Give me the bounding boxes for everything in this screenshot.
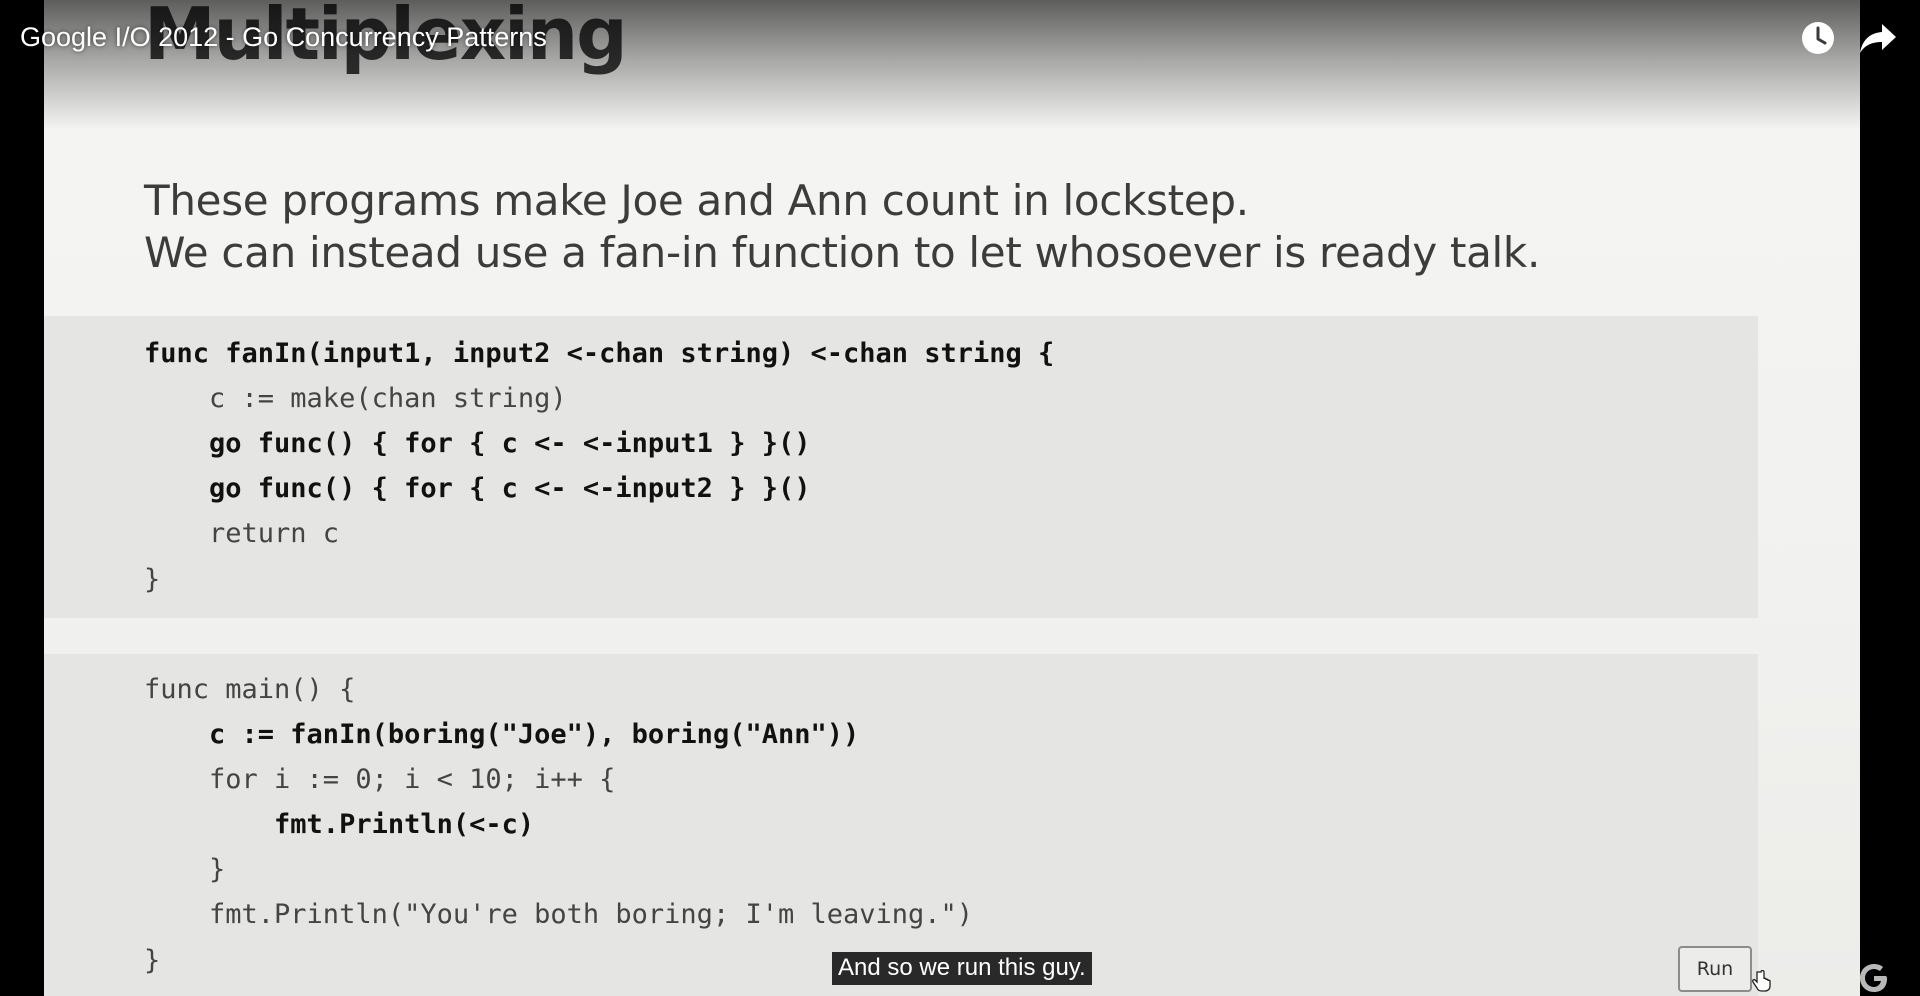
slide-text-line: These programs make Joe and Ann count in…: [144, 176, 1249, 225]
code-line: go func() { for { c <- <-input1 } }(): [144, 428, 811, 459]
video-player[interactable]: Multiplexing These programs make Joe and…: [0, 0, 1920, 996]
code-line: }: [144, 564, 161, 595]
code-line: fmt.Println(<-c): [144, 809, 535, 840]
code-line: c := make(chan string): [144, 383, 567, 414]
google-g-icon[interactable]: [1856, 960, 1892, 996]
code-block-fanin: func fanIn(input1, input2 <-chan string)…: [44, 316, 1758, 618]
caption-text: And so we run this guy.: [832, 952, 1092, 985]
code-line: return c: [144, 518, 340, 549]
code-line: for i := 0; i < 10; i++ {: [144, 764, 616, 795]
code-line: }: [144, 854, 226, 885]
code-line: c := fanIn(boring("Joe"), boring("Ann")): [144, 719, 860, 750]
code-line: fmt.Println("You're both boring; I'm lea…: [144, 899, 974, 930]
code-block-main: func main() { c := fanIn(boring("Joe"), …: [44, 654, 1758, 996]
hand-cursor-icon: [1752, 970, 1771, 992]
code-line: go func() { for { c <- <-input2 } }(): [144, 473, 811, 504]
video-title-link[interactable]: Google I/O 2012 - Go Concurrency Pattern…: [20, 22, 547, 53]
code-line: }: [144, 945, 161, 976]
clock-icon[interactable]: [1800, 20, 1836, 56]
video-frame-slide: Multiplexing These programs make Joe and…: [44, 0, 1860, 996]
share-arrow-icon[interactable]: [1858, 20, 1898, 56]
code-line: func main() {: [144, 674, 356, 705]
slide-text-line: We can instead use a fan-in function to …: [144, 228, 1540, 277]
slide-run-button: Run: [1678, 946, 1752, 992]
code-line: func fanIn(input1, input2 <-chan string)…: [144, 338, 1055, 369]
